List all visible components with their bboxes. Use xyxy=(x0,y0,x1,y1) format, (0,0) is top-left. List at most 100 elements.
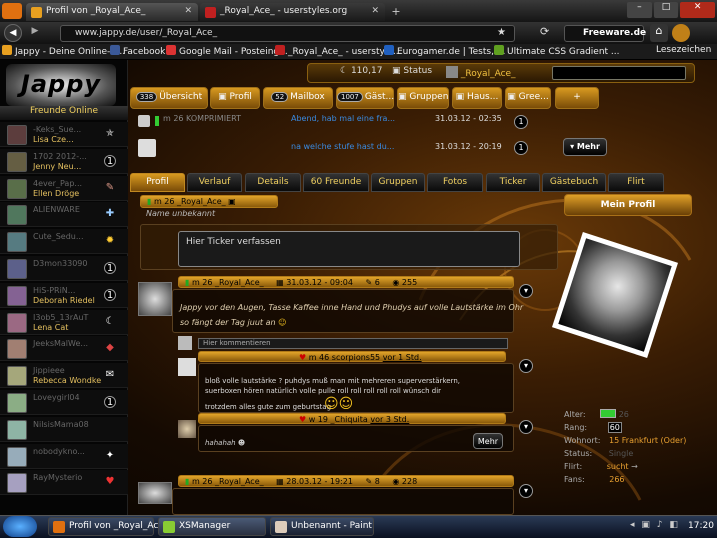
close-icon[interactable]: ✕ xyxy=(184,6,192,16)
main-tab[interactable]: ▣ Gruppen xyxy=(397,87,449,109)
bookmark-facebook[interactable]: Facebook xyxy=(110,45,165,59)
forward-icon[interactable]: ▶ xyxy=(28,26,42,40)
addon-icon[interactable] xyxy=(672,24,690,42)
friend-item[interactable]: JeeksMalWe... ◆ xyxy=(0,336,128,362)
chevron-down-icon[interactable]: ▾ xyxy=(519,484,533,498)
taskbar-xsmanager[interactable]: XSManager xyxy=(158,517,266,536)
comment-author[interactable]: w 19 _Chiquita xyxy=(309,415,368,424)
profile-tab[interactable]: Verlauf xyxy=(187,173,242,192)
main-tab[interactable]: ▣ Haus... xyxy=(452,87,502,109)
profile-tab[interactable]: Gruppen xyxy=(371,173,425,192)
close-window-icon[interactable]: ✕ xyxy=(680,2,715,18)
bookmark-userstyles[interactable]: _Royal_Ace_ - userstyle... xyxy=(275,45,401,59)
comment-input[interactable]: Hier kommentieren xyxy=(198,338,508,349)
top-search-input[interactable] xyxy=(552,66,686,80)
chevron-down-icon[interactable]: ▾ xyxy=(519,359,533,373)
friend-item[interactable]: HiS-PRiN... Deborah Riedel 1 xyxy=(0,282,128,308)
avatar xyxy=(7,473,27,494)
info-value: sucht xyxy=(606,462,629,471)
bookmark-gmail[interactable]: Google Mail - Posteing... xyxy=(166,45,288,59)
profile-tab[interactable]: Profil xyxy=(130,173,185,192)
post-author[interactable]: m 26 _Royal_Ace_ xyxy=(192,278,264,287)
friend-item[interactable]: RayMysterio ♥ xyxy=(0,470,128,496)
friend-item[interactable]: Jippieee Rebecca Wondke ✉ xyxy=(0,363,128,389)
main-tab[interactable]: ▣ Profil xyxy=(210,87,260,109)
comment-placeholder: Hier kommentieren xyxy=(203,339,271,347)
start-button[interactable] xyxy=(3,516,37,537)
new-tab-icon[interactable]: + xyxy=(387,5,405,20)
friend-item[interactable]: Cute_Sedu... ✹ xyxy=(0,229,128,255)
bookmark-css-gradient[interactable]: Ultimate CSS Gradient ... xyxy=(494,45,620,59)
user-link[interactable]: _Royal_Ace_ xyxy=(446,66,516,80)
profile-tab[interactable]: Flirt xyxy=(608,173,664,192)
friend-item[interactable]: I3ob5_13rAuT Lena Cat ☾ xyxy=(0,309,128,335)
avatar[interactable] xyxy=(178,358,196,376)
browser-tab-userstyles[interactable]: _Royal_Ace_ - userstyles.org ✕ xyxy=(200,3,385,21)
comment-icon: ✎ xyxy=(365,477,373,486)
post-views: 255 xyxy=(401,278,418,287)
mein-profil-button[interactable]: Mein Profil xyxy=(564,194,692,216)
reload-icon[interactable]: ⟳ xyxy=(540,25,549,38)
taskbar-firefox[interactable]: Profil von _Royal_Ac... xyxy=(48,517,167,536)
checkbox[interactable] xyxy=(138,115,150,127)
jappy-logo[interactable]: Jappy xyxy=(6,64,116,106)
friend-item[interactable]: Loveygirl04 1 xyxy=(0,390,128,415)
avatar[interactable] xyxy=(138,139,156,157)
mehr-button[interactable]: ▾ Mehr xyxy=(563,138,607,156)
camera-icon[interactable]: ▣ xyxy=(228,197,236,206)
system-tray-icons[interactable]: ◂ ▣ ♪ ◧ xyxy=(630,520,680,530)
info-value[interactable]: 15 Frankfurt (Oder) xyxy=(609,436,686,445)
avatar[interactable] xyxy=(138,482,172,504)
back-icon[interactable]: ◀ xyxy=(4,24,22,42)
friend-realname: Lena Cat xyxy=(33,322,69,332)
moon-icon: ☾ xyxy=(105,315,115,327)
chevron-down-icon[interactable]: ▾ xyxy=(519,420,533,434)
message-sender[interactable]: m 26 KOMPRIMIERT xyxy=(163,114,241,129)
profile-tab[interactable]: 60 Freunde xyxy=(303,173,369,192)
maximize-icon[interactable]: □ xyxy=(653,2,679,18)
friend-item[interactable]: -Keks_Sue... Lisa Cze... ✯ xyxy=(0,122,128,147)
friend-item[interactable]: 1702 2012-... Jenny Neu... 1 xyxy=(0,148,128,174)
friend-item[interactable]: ALIENWARE ✚ xyxy=(0,202,128,228)
avatar[interactable] xyxy=(178,420,196,438)
profile-tab[interactable]: Fotos xyxy=(427,173,483,192)
bookmarks-menu[interactable]: Lesezeichen xyxy=(656,45,711,59)
profile-tab[interactable]: Gästebuch xyxy=(542,173,606,192)
friend-item[interactable]: D3mon33090 1 xyxy=(0,256,128,281)
speech-icon: ✉ xyxy=(105,369,115,381)
post-author[interactable]: m 26 _Royal_Ace_ xyxy=(192,477,264,486)
main-tab[interactable]: 52 Mailbox xyxy=(263,87,333,109)
browser-tab-profil[interactable]: Profil von _Royal_Ace_ ✕ xyxy=(26,3,198,21)
profile-title: ▮ m 26 _Royal_Ace_ ▣ xyxy=(140,195,278,208)
taskbar-paint[interactable]: Unbenannt - Paint xyxy=(270,517,374,536)
chevron-down-icon[interactable]: ▾ xyxy=(519,284,533,298)
url-bar[interactable]: www.jappy.de/user/_Royal_Ace_ xyxy=(60,25,515,42)
friend-item[interactable]: NilsisMama08 xyxy=(0,416,128,442)
comment-author[interactable]: m 46 scorpions55 xyxy=(309,353,380,362)
firefox-menu-icon[interactable] xyxy=(2,3,22,19)
main-tab[interactable]: 1007 Gäst... xyxy=(336,87,394,109)
main-tab[interactable]: ▣ Gree... xyxy=(505,87,551,109)
friend-item[interactable]: nobodykno... ✦ xyxy=(0,443,128,469)
minimize-icon[interactable]: – xyxy=(627,2,652,18)
star-icon[interactable]: ★ xyxy=(497,27,506,38)
message-preview[interactable]: Abend, hab mal eine fra... xyxy=(291,114,395,129)
home-icon[interactable]: ⌂ xyxy=(650,24,668,42)
bookmark-jappy[interactable]: Jappy - Deine Online-C... xyxy=(2,45,125,59)
add-tab-button[interactable]: + xyxy=(555,87,599,109)
ticker-input[interactable]: Hier Ticker verfassen xyxy=(178,231,520,267)
message-preview[interactable]: na welche stufe hast du... xyxy=(291,142,394,157)
heart-icon: ♥ xyxy=(299,353,309,362)
avatar[interactable] xyxy=(138,282,172,316)
bookmark-eurogamer[interactable]: Eurogamer.de | Tests, ... xyxy=(384,45,505,59)
search-box[interactable]: Freeware.de xyxy=(564,25,646,42)
close-icon[interactable]: ✕ xyxy=(371,6,379,16)
status-link[interactable]: ▣ Status xyxy=(392,66,432,80)
jappy-favicon-icon xyxy=(31,7,42,18)
friend-item[interactable]: 4ever_Pap... Ellen Dröge ✎ xyxy=(0,175,128,201)
profile-tab[interactable]: Ticker xyxy=(486,173,540,192)
heart-icon: ♥ xyxy=(105,476,115,488)
main-tab[interactable]: 338 Übersicht xyxy=(130,87,208,109)
profile-tab[interactable]: Details xyxy=(245,173,301,192)
mehr-button[interactable]: Mehr xyxy=(473,433,503,449)
